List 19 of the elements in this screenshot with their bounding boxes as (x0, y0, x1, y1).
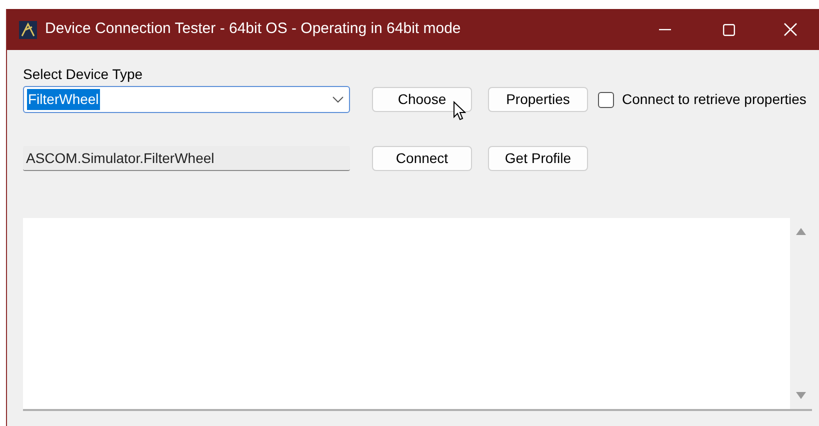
button[interactable]: Properties (488, 87, 588, 112)
dropdown-value: FilterWheel (27, 89, 100, 110)
prog-id-field: ASCOM.Simulator.FilterWheel (23, 146, 350, 171)
window-title: Device Connection Tester - 64bit OS - Operating in 64bit mode (45, 19, 461, 40)
button[interactable]: Connect (372, 146, 472, 171)
device-type-dropdown[interactable]: FilterWheel (23, 86, 350, 113)
button[interactable]: Get Profile (488, 146, 588, 171)
scroll-down-icon[interactable] (796, 392, 806, 399)
chevron-down-icon (332, 96, 344, 103)
checkbox-label[interactable]: Connect to retrieve properties (622, 89, 806, 110)
close-icon (784, 23, 796, 36)
app-logo-icon (19, 20, 37, 38)
checkbox[interactable] (598, 92, 614, 108)
maximize-icon (723, 24, 735, 36)
minimize-icon (659, 28, 671, 30)
button[interactable]: Choose (372, 87, 472, 112)
mouse-cursor-icon (453, 101, 466, 121)
scroll-up-icon[interactable] (796, 228, 806, 235)
field-label: Select Device Type (23, 65, 144, 83)
